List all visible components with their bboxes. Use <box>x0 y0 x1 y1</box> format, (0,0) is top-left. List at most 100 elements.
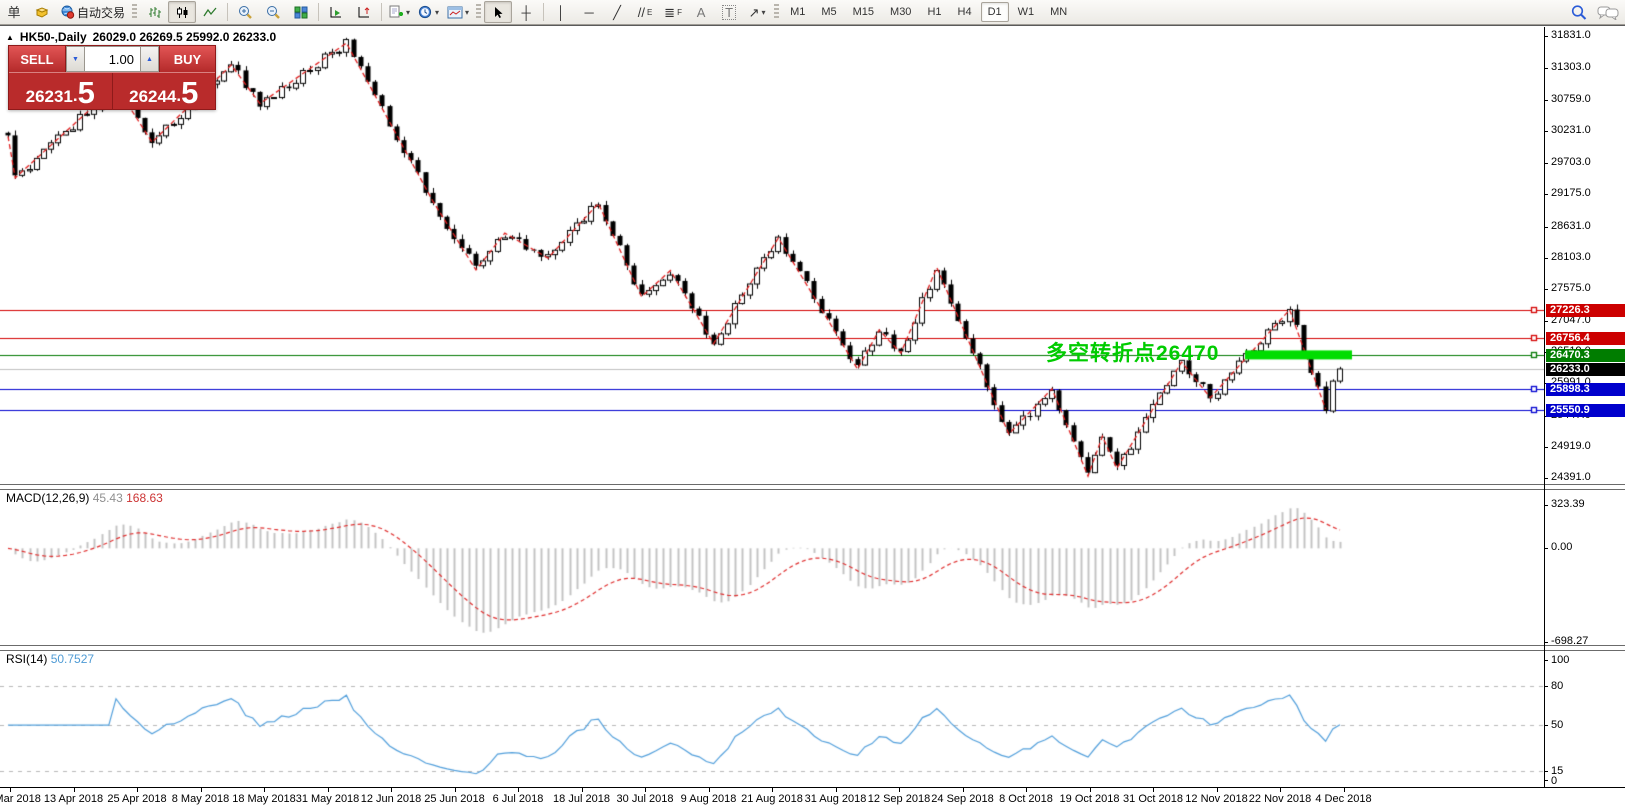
sell-button[interactable]: SELL <box>9 46 66 72</box>
autotrading-icon <box>60 5 75 19</box>
vertical-line-tool-button[interactable]: │ <box>547 1 575 23</box>
price-axis-label: 31831.0 <box>1551 29 1591 41</box>
text-tool-button[interactable]: A <box>687 1 715 23</box>
bar-chart-button[interactable] <box>140 1 168 23</box>
axis-tick-mark <box>1544 780 1548 781</box>
axis-tick-mark <box>1544 660 1548 661</box>
chart-window: ▲ HK50-,Daily 26029.0 26269.5 25992.0 26… <box>0 25 1625 812</box>
date-axis-label: 6 Jul 2018 <box>493 793 544 805</box>
trendline-tool-button[interactable]: ╱ <box>603 1 631 23</box>
toolbar-grip <box>132 4 137 20</box>
chart-shift-icon <box>357 6 371 19</box>
volume-input[interactable]: 1.00 <box>85 46 140 72</box>
cursor-tool-button[interactable] <box>484 1 512 23</box>
candlestick-chart-icon <box>176 6 189 19</box>
line-chart-button[interactable] <box>196 1 224 23</box>
auto-scroll-button[interactable] <box>322 1 350 23</box>
chart-annotation-text: 多空转折点26470 <box>1046 337 1219 367</box>
zoom-in-button[interactable] <box>231 1 259 23</box>
date-axis-label: 29 Mar 2018 <box>0 793 41 805</box>
macd-pane-canvas[interactable] <box>0 489 1544 646</box>
pane-splitter[interactable] <box>0 484 1625 490</box>
autotrading-button[interactable]: 自动交易 <box>56 1 129 23</box>
timeframe-button-m15[interactable]: M15 <box>846 2 881 22</box>
crosshair-tool-button[interactable]: ┼ <box>512 1 540 23</box>
tile-windows-button[interactable] <box>287 1 315 23</box>
timeframe-button-m5[interactable]: M5 <box>814 2 843 22</box>
date-tick-mark <box>709 788 710 792</box>
macd-indicator-label: MACD(12,26,9) 45.43 168.63 <box>6 491 163 505</box>
horizontal-line-tool-button[interactable]: ─ <box>575 1 603 23</box>
line-chart-icon <box>203 6 217 19</box>
timeframes-dropdown[interactable]: ▾ <box>414 1 443 23</box>
axis-tick-mark <box>1544 771 1548 772</box>
date-tick-mark <box>899 788 900 792</box>
axis-tick-mark <box>1544 548 1548 549</box>
date-axis-label: 22 Nov 2018 <box>1249 793 1311 805</box>
equidistant-channel-icon: // <box>638 6 645 19</box>
timeframe-button-h1[interactable]: H1 <box>920 2 948 22</box>
channel-sub-label: E <box>647 6 652 19</box>
buy-button[interactable]: BUY <box>159 46 215 72</box>
date-axis-label: 30 Jul 2018 <box>617 793 674 805</box>
zoom-out-icon <box>266 5 281 19</box>
search-icon[interactable] <box>1571 5 1587 20</box>
date-tick-mark <box>10 788 11 792</box>
zoom-out-button[interactable] <box>259 1 287 23</box>
symbol-marker-icon: ▲ <box>6 33 14 42</box>
volume-increase-button[interactable]: ▲ <box>140 46 159 72</box>
chart-shift-button[interactable] <box>350 1 378 23</box>
date-tick-mark <box>201 788 202 792</box>
date-tick-mark <box>1280 788 1281 792</box>
channel-tool-button[interactable]: // E <box>631 1 659 23</box>
macd-value-signal: 168.63 <box>126 491 163 505</box>
new-chart-dropdown[interactable]: ▾ <box>385 1 414 23</box>
buy-price[interactable]: 26244.5 <box>113 73 216 109</box>
timeframe-button-m30[interactable]: M30 <box>883 2 918 22</box>
date-tick-mark <box>264 788 265 792</box>
date-axis-label: 18 May 2018 <box>232 793 296 805</box>
zoom-in-icon <box>238 5 253 19</box>
axis-tick-mark <box>1544 100 1548 101</box>
tile-windows-icon <box>294 6 308 19</box>
chevron-down-icon: ▾ <box>465 8 469 17</box>
date-axis-border <box>0 787 1625 788</box>
date-axis-label: 12 Nov 2018 <box>1185 793 1247 805</box>
clock-icon <box>418 5 433 19</box>
pane-splitter[interactable] <box>0 645 1625 651</box>
date-tick-mark <box>645 788 646 792</box>
date-axis-label: 31 May 2018 <box>296 793 360 805</box>
toolbox-button[interactable] <box>28 1 56 23</box>
price-axis-border <box>1544 27 1545 788</box>
sell-price[interactable]: 26231.5 <box>9 73 113 109</box>
sell-price-pip: 5 <box>78 80 95 106</box>
main-chart-canvas[interactable] <box>0 27 1544 485</box>
volume-decrease-button[interactable]: ▼ <box>66 46 85 72</box>
timeframe-button-h4[interactable]: H4 <box>951 2 979 22</box>
templates-dropdown[interactable]: ▾ <box>443 1 473 23</box>
rsi-pane-canvas[interactable] <box>0 650 1544 787</box>
date-tick-mark <box>1153 788 1154 792</box>
timeframe-button-w1[interactable]: W1 <box>1011 2 1042 22</box>
price-axis-label: 29703.0 <box>1551 156 1591 168</box>
fibonacci-tool-button[interactable]: ≣ F <box>659 1 687 23</box>
toolbar-separator <box>381 3 382 21</box>
date-tick-mark <box>1217 788 1218 792</box>
timeframe-button-m1[interactable]: M1 <box>783 2 812 22</box>
date-tick-mark <box>772 788 773 792</box>
axis-tick-mark <box>1544 725 1548 726</box>
toolbar-grip <box>774 4 779 20</box>
new-order-button[interactable]: 单 <box>0 1 28 23</box>
date-tick-mark <box>74 788 75 792</box>
timeframe-button-d1[interactable]: D1 <box>981 2 1009 22</box>
date-tick-mark <box>1090 788 1091 792</box>
price-axis-label: 30759.0 <box>1551 93 1591 105</box>
mt4-terminal: 单 自动交易 <box>0 0 1625 812</box>
axis-tick-mark <box>1544 227 1548 228</box>
text-label-tool-button[interactable]: T <box>715 1 743 23</box>
candlestick-chart-button[interactable] <box>168 1 196 23</box>
arrows-tool-dropdown[interactable]: ↗ ▾ <box>743 1 771 23</box>
timeframe-button-mn[interactable]: MN <box>1043 2 1074 22</box>
chat-icon[interactable] <box>1597 5 1619 20</box>
axis-tick-mark <box>1544 289 1548 290</box>
